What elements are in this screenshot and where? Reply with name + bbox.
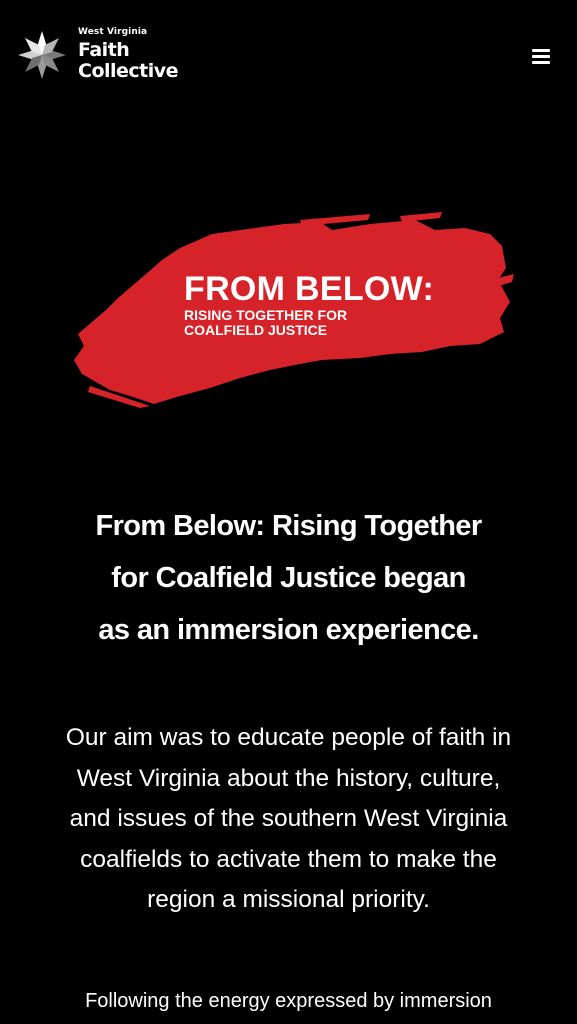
hero-subtitle: RISING TOGETHER FOR COALFIELD JUSTICE xyxy=(184,308,347,338)
menu-bar xyxy=(532,49,550,52)
paragraph-line: and issues of the southern West Virginia xyxy=(69,805,508,832)
lead-line: From Below: Rising Together xyxy=(95,510,482,542)
paragraph-line: region a missional priority. xyxy=(147,886,430,913)
menu-bar xyxy=(532,55,550,58)
hero-subtitle-line: RISING TOGETHER FOR xyxy=(184,307,348,323)
site-header: West Virginia Faith Collective xyxy=(0,0,577,110)
hero-subtitle-line: COALFIELD JUSTICE xyxy=(184,322,328,338)
menu-bar xyxy=(532,61,550,64)
logo-line-collective: Collective xyxy=(78,60,179,82)
lead-line: for Coalfield Justice began xyxy=(111,562,466,594)
logo-text: West Virginia Faith Collective xyxy=(78,27,179,82)
paragraph-line: Our aim was to educate people of faith i… xyxy=(65,724,512,751)
paragraph-line: coalfields to activate them to make the xyxy=(80,845,497,873)
logo-kicker: West Virginia xyxy=(78,27,148,37)
paragraph-line: Following the energy expressed by immers… xyxy=(85,990,492,1012)
star-quilt-icon xyxy=(18,31,66,79)
logo-line-faith: Faith xyxy=(78,39,130,61)
lead-line: as an immersion experience. xyxy=(98,614,479,646)
hamburger-menu-icon[interactable] xyxy=(526,42,558,70)
site-logo[interactable]: West Virginia Faith Collective xyxy=(16,27,179,82)
intro-paragraph: Our aim was to educate people of faith i… xyxy=(20,718,557,921)
lead-heading: From Below: Rising Together for Coalfiel… xyxy=(20,500,557,656)
paragraph-line: West Virginia about the history, culture… xyxy=(76,764,501,792)
hero-banner: FROM BELOW: RISING TOGETHER FOR COALFIEL… xyxy=(70,210,515,410)
follow-up-paragraph: Following the energy expressed by immers… xyxy=(20,985,557,1017)
hero-title: FROM BELOW: xyxy=(184,270,435,308)
